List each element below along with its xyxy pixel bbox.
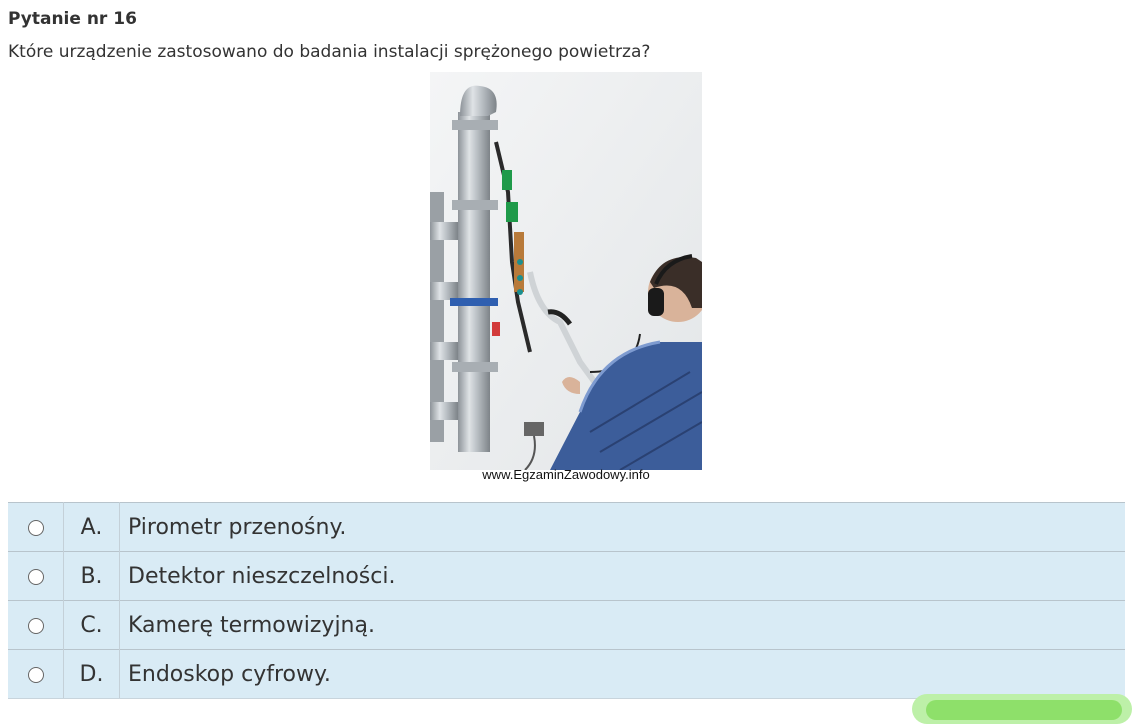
answer-option-d[interactable]: D. Endoskop cyfrowy. [8, 649, 1125, 699]
answer-list: A. Pirometr przenośny. B. Detektor niesz… [8, 502, 1125, 699]
answer-option-b[interactable]: B. Detektor nieszczelności. [8, 551, 1125, 601]
radio-button[interactable] [27, 667, 44, 683]
radio-button[interactable] [27, 520, 44, 536]
radio-button[interactable] [27, 569, 44, 585]
answer-d-text[interactable]: Endoskop cyfrowy. [119, 649, 1125, 699]
question-number: Pytanie nr 16 [8, 9, 137, 29]
answer-d-radio-cell[interactable] [8, 649, 64, 699]
answer-b-text[interactable]: Detektor nieszczelności. [119, 551, 1125, 601]
answer-a-text[interactable]: Pirometr przenośny. [119, 502, 1125, 552]
answer-c-radio-cell[interactable] [8, 600, 64, 650]
answer-b-letter: B. [63, 551, 120, 601]
answer-d-letter: D. [63, 649, 120, 699]
question-text: Które urządzenie zastosowano do badania … [8, 42, 651, 62]
answer-option-c[interactable]: C. Kamerę termowizyjną. [8, 600, 1125, 650]
answer-a-letter: A. [63, 502, 120, 552]
answer-b-radio-cell[interactable] [8, 551, 64, 601]
answer-c-text[interactable]: Kamerę termowizyjną. [119, 600, 1125, 650]
answer-c-letter: C. [63, 600, 120, 650]
answer-a-radio-cell[interactable] [8, 502, 64, 552]
radio-button[interactable] [27, 618, 44, 634]
answer-option-a[interactable]: A. Pirometr przenośny. [8, 502, 1125, 552]
image-watermark: www.EgzaminZawodowy.info [482, 467, 650, 482]
question-photo [430, 72, 702, 470]
question-figure: www.EgzaminZawodowy.info [430, 72, 702, 482]
partial-green-button-inner [926, 700, 1122, 720]
